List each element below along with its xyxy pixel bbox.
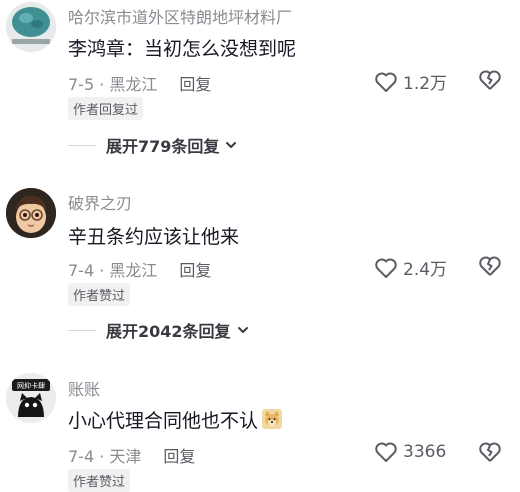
comment-meta: 7-4 · 黑龙江 回复 xyxy=(68,261,212,280)
comment-username[interactable]: 账账 xyxy=(68,376,100,400)
comment-meta: 7-4 · 天津 回复 xyxy=(68,447,196,466)
reply-button[interactable]: 回复 xyxy=(163,447,195,466)
author-badge: 作者赞过 xyxy=(68,283,131,306)
black-cat-avatar-icon: 网抑卡肆 xyxy=(6,373,56,423)
comment-text: 辛丑条约应该让他来 xyxy=(68,226,240,248)
avatar[interactable] xyxy=(6,188,56,238)
like-button[interactable]: 3366 xyxy=(374,441,446,463)
heart-outline-icon xyxy=(375,72,397,92)
expand-replies-label: 展开779条回复 xyxy=(106,137,220,156)
like-button[interactable]: 2.4万 xyxy=(374,255,447,280)
broken-heart-icon[interactable] xyxy=(478,441,502,463)
like-count: 1.2万 xyxy=(403,74,448,94)
comment-text: 李鸿章：当初怎么没想到呢 xyxy=(68,38,297,60)
comment-location: 黑龙江 xyxy=(109,75,158,94)
comment-username[interactable]: 哈尔滨市道外区特朗地坪材料厂 xyxy=(68,4,292,28)
chevron-down-icon xyxy=(226,142,237,148)
like-button[interactable]: 1.2万 xyxy=(374,69,447,94)
heart-outline-icon xyxy=(375,258,397,278)
comment-meta: 7-5 · 黑龙江 回复 xyxy=(68,75,212,94)
comment-text: 小心代理合同他也不认 xyxy=(68,406,283,433)
cartoon-boy-avatar-icon xyxy=(6,188,56,238)
comment-location: 天津 xyxy=(109,447,142,466)
author-badge: 作者赞过 xyxy=(68,469,131,492)
expand-replies-button[interactable]: 展开2042条回复 xyxy=(68,318,250,342)
like-count: 2.4万 xyxy=(403,260,448,280)
heart-outline-icon xyxy=(375,442,397,462)
avatar[interactable] xyxy=(6,2,56,52)
doge-emoji-icon xyxy=(262,409,283,429)
avatar[interactable]: 网抑卡肆 xyxy=(6,373,56,423)
broken-heart-icon[interactable] xyxy=(478,69,502,91)
expand-replies-label: 展开2042条回复 xyxy=(106,322,231,341)
comment-location: 黑龙江 xyxy=(109,261,158,280)
comment-date: 7-4 xyxy=(68,261,95,280)
comment-text-body: 小心代理合同他也不认 xyxy=(68,410,259,432)
comment-date: 7-4 xyxy=(68,447,95,466)
avatar-text: 网抑卡肆 xyxy=(17,381,45,390)
divider-line xyxy=(68,329,96,331)
like-count: 3366 xyxy=(403,442,447,462)
divider-line xyxy=(68,144,96,146)
comment-date: 7-5 xyxy=(68,75,95,94)
reply-button[interactable]: 回复 xyxy=(179,75,211,94)
comment-username[interactable]: 破界之刃 xyxy=(68,190,132,214)
chevron-down-icon xyxy=(237,327,248,333)
teal-material-avatar-icon xyxy=(6,2,56,52)
reply-button[interactable]: 回复 xyxy=(179,261,211,280)
expand-replies-button[interactable]: 展开779条回复 xyxy=(68,133,238,157)
broken-heart-icon[interactable] xyxy=(478,255,502,277)
author-badge: 作者回复过 xyxy=(68,97,144,120)
